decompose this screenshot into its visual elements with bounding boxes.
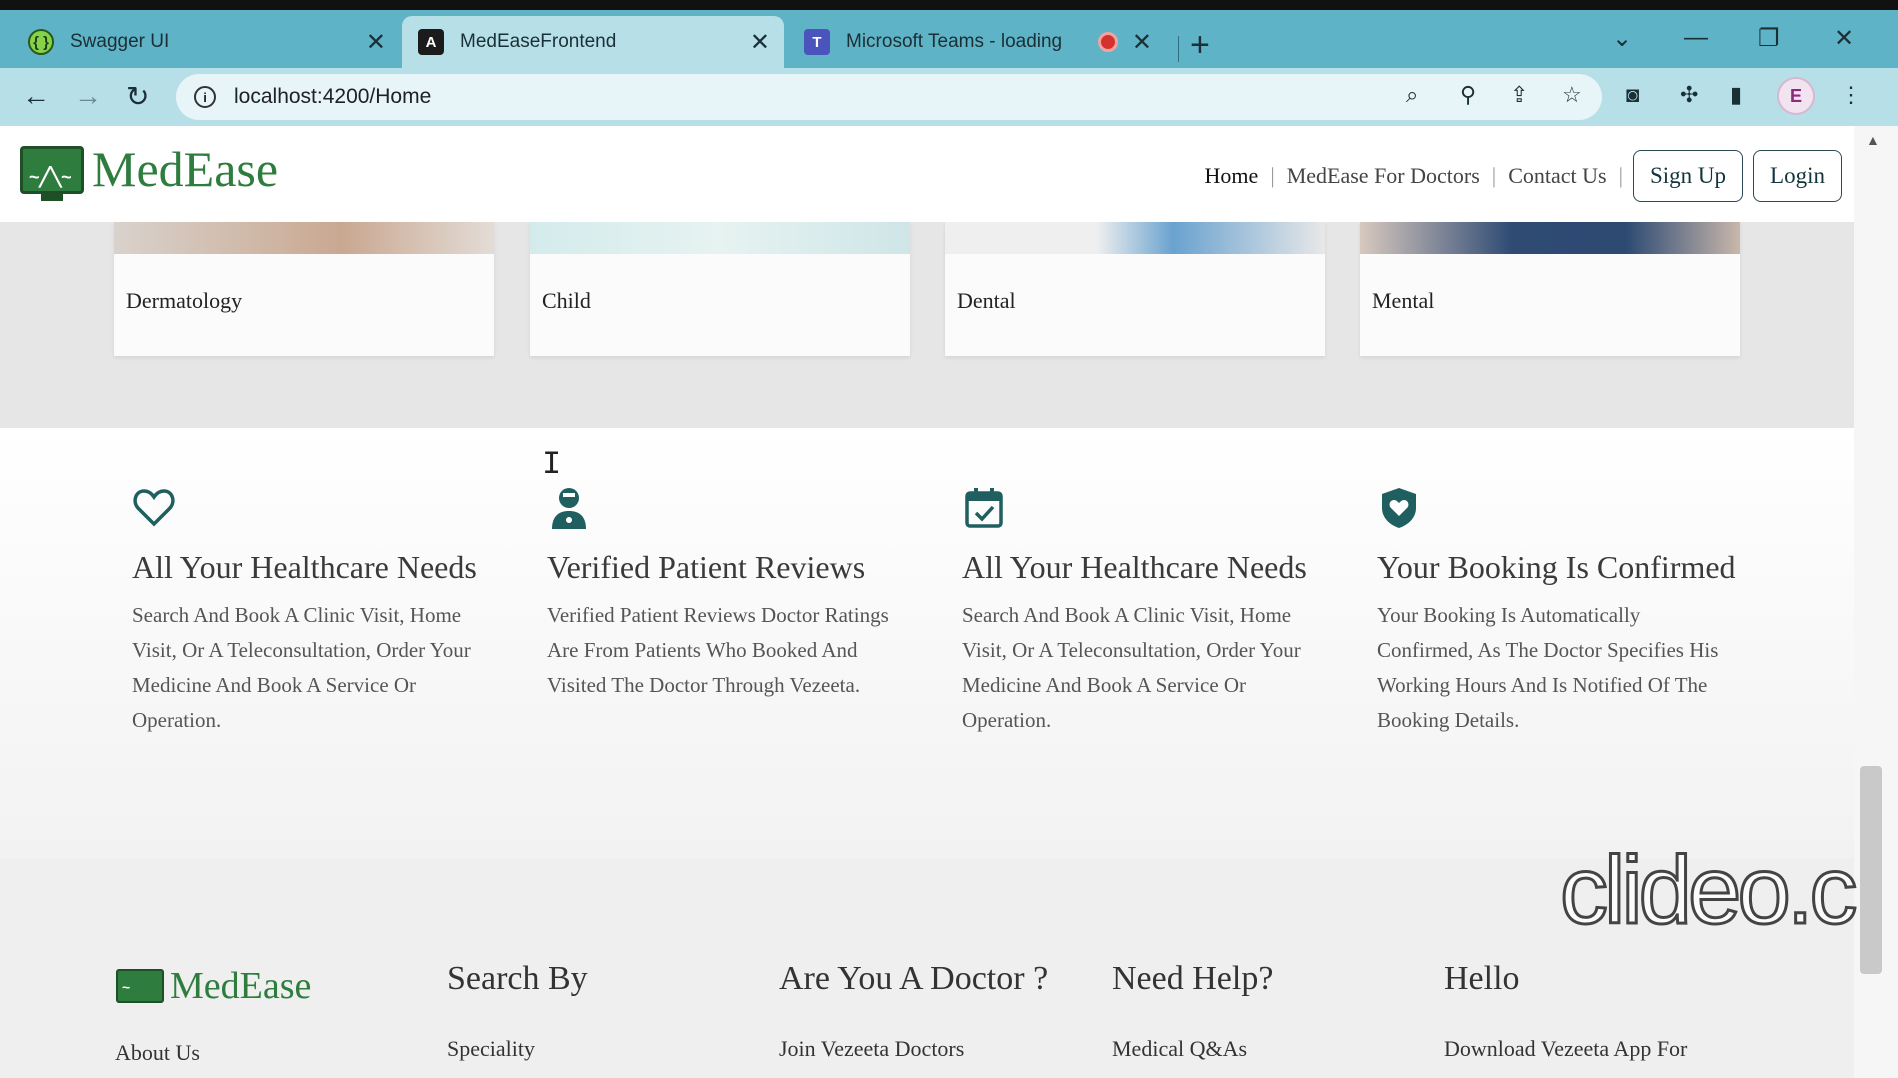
- reload-icon[interactable]: ↻: [126, 80, 149, 113]
- feature-text: Verified Patient Reviews Doctor Ratings …: [547, 603, 889, 697]
- heart-icon: [132, 486, 176, 530]
- location-icon[interactable]: ⚲: [1460, 82, 1476, 108]
- footer-heading: Are You A Doctor ?: [779, 960, 1049, 997]
- tab-swagger[interactable]: { } Swagger UI ✕: [12, 16, 400, 68]
- feature-text: Search And Book A Clinic Visit, Home Vis…: [132, 603, 471, 732]
- share-icon[interactable]: ⇪: [1510, 82, 1528, 108]
- tab-label: Microsoft Teams - loading: [846, 31, 1063, 52]
- monitor-icon: ~: [116, 969, 164, 1003]
- feature-text: Your Booking Is Automatically Confirmed,…: [1377, 603, 1719, 732]
- close-icon[interactable]: ✕: [366, 28, 386, 57]
- doctor-icon: [547, 486, 591, 530]
- specialty-photo: [114, 222, 494, 254]
- feature-title: All Your Healthcare Needs: [962, 549, 1307, 585]
- tab-search-icon[interactable]: ⌄: [1612, 24, 1632, 53]
- monitor-icon: ~╱╲~: [20, 146, 84, 201]
- specialty-label: Dental: [957, 288, 1016, 313]
- specialties-section: Dermatology Child Dental Mental: [0, 222, 1854, 428]
- swagger-icon: { }: [28, 29, 54, 55]
- calendar-check-icon: [962, 486, 1006, 530]
- close-icon[interactable]: ✕: [750, 28, 770, 57]
- footer-link[interactable]: Medical Q&As: [1112, 1036, 1247, 1062]
- feature-item: Verified Patient Reviews Verified Patien…: [547, 486, 917, 703]
- footer-link[interactable]: Speciality: [447, 1036, 535, 1062]
- site-navbar: ~╱╲~ MedEase Home | MedEase For Doctors …: [0, 126, 1854, 222]
- scrollbar-thumb[interactable]: [1860, 766, 1882, 974]
- extensions-icon[interactable]: ✣: [1680, 82, 1698, 108]
- close-icon[interactable]: ✕: [1132, 28, 1152, 57]
- shield-heart-icon: [1377, 486, 1421, 530]
- site-brand: MedEase: [92, 141, 279, 197]
- footer-brand: MedEase: [170, 965, 312, 1007]
- teams-icon: T: [804, 29, 830, 55]
- footer-link-about[interactable]: About Us: [115, 1040, 200, 1066]
- zoom-icon[interactable]: ⌕: [1406, 82, 1418, 108]
- specialty-photo: [530, 222, 910, 254]
- feature-title: Your Booking Is Confirmed: [1377, 549, 1736, 585]
- login-button[interactable]: Login: [1753, 150, 1842, 202]
- signup-button[interactable]: Sign Up: [1633, 150, 1744, 202]
- specialty-card[interactable]: Child: [530, 222, 910, 356]
- nav-contact[interactable]: Contact Us: [1496, 163, 1618, 189]
- tab-label: Swagger UI: [70, 31, 170, 52]
- angular-icon: A: [418, 29, 444, 55]
- main-nav: Home | MedEase For Doctors | Contact Us …: [1193, 150, 1842, 202]
- info-icon[interactable]: i: [194, 86, 216, 108]
- close-window-icon[interactable]: ✕: [1834, 24, 1854, 53]
- sidepanel-icon[interactable]: ▮: [1730, 82, 1742, 108]
- footer-heading: Search By: [447, 960, 588, 997]
- tab-bar: { } Swagger UI ✕ A MedEaseFrontend ✕ T M…: [0, 10, 1898, 68]
- specialty-label: Child: [542, 288, 591, 313]
- specialty-card[interactable]: Mental: [1360, 222, 1740, 356]
- nav-home[interactable]: Home: [1193, 163, 1271, 189]
- camera-icon[interactable]: ◙: [1626, 82, 1639, 108]
- menu-dots-icon[interactable]: ⋮: [1840, 82, 1862, 108]
- bookmark-star-icon[interactable]: ☆: [1562, 82, 1582, 108]
- footer-heading: Need Help?: [1112, 960, 1274, 997]
- profile-avatar[interactable]: E: [1777, 77, 1815, 115]
- specialty-label: Mental: [1372, 288, 1435, 313]
- minimize-icon[interactable]: —: [1684, 24, 1708, 52]
- feature-title: Verified Patient Reviews: [547, 549, 866, 585]
- nav-doctors[interactable]: MedEase For Doctors: [1275, 163, 1492, 189]
- features-section: I All Your Healthcare Needs Search And B…: [0, 428, 1854, 858]
- forward-icon[interactable]: →: [74, 80, 102, 112]
- recording-icon: [1098, 32, 1118, 52]
- feature-item: Your Booking Is Confirmed Your Booking I…: [1377, 486, 1737, 738]
- tab-label: MedEaseFrontend: [460, 31, 617, 52]
- tab-separator: [1178, 36, 1179, 62]
- back-icon[interactable]: ←: [22, 80, 50, 112]
- feature-text: Search And Book A Clinic Visit, Home Vis…: [962, 603, 1301, 732]
- specialty-card[interactable]: Dermatology: [114, 222, 494, 356]
- specialty-card[interactable]: Dental: [945, 222, 1325, 356]
- restore-icon[interactable]: ❐: [1758, 24, 1780, 53]
- footer-link[interactable]: Download Vezeeta App For: [1444, 1036, 1687, 1062]
- site-logo[interactable]: ~╱╲~ MedEase: [20, 141, 279, 201]
- specialty-label: Dermatology: [126, 288, 243, 313]
- page-scrollbar[interactable]: ▲: [1854, 126, 1898, 1078]
- address-bar: ← → ↻ i localhost:4200/Home ⌕ ⚲ ⇪ ☆ ◙ ✣ …: [0, 68, 1898, 126]
- feature-item: All Your Healthcare Needs Search And Boo…: [132, 486, 502, 738]
- url-text: localhost:4200/Home: [234, 85, 432, 108]
- tab-medease[interactable]: A MedEaseFrontend ✕: [402, 16, 784, 68]
- new-tab-button[interactable]: +: [1190, 28, 1210, 62]
- window-top-edge: [0, 0, 1898, 10]
- video-watermark: clideo.c: [1559, 836, 1859, 946]
- scroll-up-icon[interactable]: ▲: [1866, 132, 1880, 148]
- tab-teams[interactable]: T Microsoft Teams - loading ✕: [788, 16, 1166, 68]
- feature-title: All Your Healthcare Needs: [132, 549, 477, 585]
- nav-separator: |: [1618, 163, 1623, 188]
- specialty-photo: [945, 222, 1325, 254]
- feature-item: All Your Healthcare Needs Search And Boo…: [962, 486, 1332, 738]
- footer-heading: Hello: [1444, 960, 1520, 997]
- footer-link[interactable]: Join Vezeeta Doctors: [779, 1036, 964, 1062]
- specialty-photo: [1360, 222, 1740, 254]
- footer-logo[interactable]: ~ MedEase: [116, 964, 311, 1008]
- text-cursor-icon: I: [542, 446, 562, 483]
- url-input[interactable]: i localhost:4200/Home: [176, 74, 1602, 120]
